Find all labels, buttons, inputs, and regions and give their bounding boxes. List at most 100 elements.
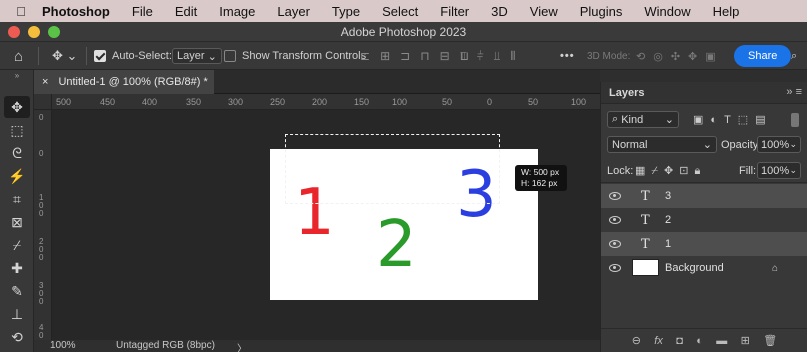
document-tab[interactable]: × Untitled-1 @ 100% (RGB/8#) * — [34, 70, 214, 94]
layer-filter-kind-dropdown[interactable]: ⌕ Kind ⌄ — [607, 111, 679, 128]
lock-pixels-icon[interactable]: ⌿ — [651, 165, 664, 177]
hruler-label: 50 — [442, 97, 453, 107]
status-menu-arrow-icon[interactable]: 〉 — [237, 340, 247, 352]
crop-tool-icon[interactable]: ⌗ — [4, 188, 30, 210]
layer-name[interactable]: 1 — [665, 238, 671, 250]
menu-file[interactable]: File — [121, 4, 164, 19]
layer-row[interactable]: T 2 — [601, 208, 807, 232]
menu-filter[interactable]: Filter — [429, 4, 480, 19]
layer-name[interactable]: 2 — [665, 214, 671, 226]
horizontal-ruler[interactable]: 500 450 400 350 300 250 200 150 100 50 0… — [52, 94, 600, 110]
menu-help[interactable]: Help — [702, 4, 751, 19]
close-tab-icon[interactable]: × — [42, 76, 48, 88]
distribute-left-icon[interactable]: ⫴ — [510, 49, 515, 64]
filter-adjustment-icon[interactable]: ◐ — [710, 114, 724, 126]
new-adjustment-layer-icon[interactable]: ◐ — [696, 335, 703, 347]
lock-artboard-icon[interactable]: ⊡ — [679, 165, 694, 177]
new-group-icon[interactable]: ▬ — [716, 335, 727, 347]
frame-tool-icon[interactable]: ⊠ — [4, 211, 30, 233]
vruler-label: 0 — [39, 149, 44, 158]
clone-stamp-tool-icon[interactable]: ⊥ — [4, 303, 30, 325]
roll-3d-icon[interactable]: ◎ — [653, 50, 663, 63]
marquee-tool-icon[interactable]: ⬚ — [4, 119, 30, 141]
vertical-ruler[interactable]: 0 0 1 0 0 2 0 0 3 0 0 4 0 — [34, 110, 52, 340]
align-vcenter-icon[interactable]: ⊟ — [440, 49, 450, 63]
show-transform-controls-checkbox[interactable]: Show Transform Controls — [224, 42, 366, 70]
add-mask-icon[interactable]: ◘ — [676, 335, 683, 347]
menu-layer[interactable]: Layer — [266, 4, 321, 19]
camera-3d-icon[interactable]: ▣ — [705, 50, 715, 63]
blend-mode-dropdown[interactable]: Normal ⌄ — [607, 136, 717, 153]
slide-3d-icon[interactable]: ✥ — [688, 50, 697, 63]
align-hcenter-icon[interactable]: ⊞ — [380, 49, 390, 63]
distribute-vcenter-icon[interactable]: ⫩ — [477, 49, 484, 64]
delete-layer-icon[interactable]: 🗑︎ — [763, 334, 777, 347]
chevron-down-icon: ⌄ — [702, 139, 712, 151]
lasso-tool-icon[interactable]: ᘓ — [4, 142, 30, 164]
auto-select-checkbox[interactable]: Auto-Select: — [94, 42, 172, 70]
layer-row[interactable]: T 3 — [601, 184, 807, 208]
visibility-eye-icon[interactable] — [609, 264, 621, 272]
opacity-field[interactable]: 100% ⌄ — [757, 136, 801, 153]
visibility-eye-icon[interactable] — [609, 216, 621, 224]
pan-3d-icon[interactable]: ✣ — [671, 50, 680, 63]
color-profile: Untagged RGB (8bpc) — [116, 340, 215, 351]
collapse-toolbar-icon[interactable]: » — [4, 70, 30, 80]
orbit-3d-icon[interactable]: ⟲ — [636, 50, 645, 63]
filter-type-icon[interactable]: T — [724, 114, 738, 126]
zoom-level[interactable]: 100% — [50, 340, 76, 351]
history-brush-tool-icon[interactable]: ⟲ — [4, 326, 30, 348]
layer-name[interactable]: Background — [665, 262, 724, 274]
filter-toggle-switch[interactable] — [791, 113, 799, 127]
visibility-eye-icon[interactable] — [609, 240, 621, 248]
menu-window[interactable]: Window — [633, 4, 701, 19]
fill-field[interactable]: 100% ⌄ — [757, 162, 801, 179]
healing-brush-tool-icon[interactable]: ✚ — [4, 257, 30, 279]
ruler-origin[interactable] — [34, 94, 52, 110]
lock-all-icon[interactable]: 🔒︎ — [694, 165, 706, 177]
lock-transparent-icon[interactable]: ▦ — [635, 165, 651, 177]
visibility-eye-icon[interactable] — [609, 192, 621, 200]
magic-wand-tool-icon[interactable]: ⚡ — [4, 165, 30, 187]
align-left-icon[interactable]: ⊏ — [360, 49, 370, 63]
menu-photoshop[interactable]: Photoshop — [36, 4, 121, 19]
move-tool-preset-icon[interactable]: ✥ ⌄ — [52, 42, 77, 70]
filter-smart-object-icon[interactable]: ▤ — [755, 114, 772, 126]
menu-edit[interactable]: Edit — [164, 4, 208, 19]
brush-tool-icon[interactable]: ✎ — [4, 280, 30, 302]
menu-plugins[interactable]: Plugins — [569, 4, 634, 19]
filter-pixel-icon[interactable]: ▣ — [693, 114, 710, 126]
menu-image[interactable]: Image — [208, 4, 266, 19]
menu-view[interactable]: View — [519, 4, 569, 19]
layer-style-fx-icon[interactable]: fx — [654, 335, 663, 347]
new-layer-icon[interactable]: ⊞ — [741, 334, 750, 347]
hruler-label: 150 — [354, 97, 370, 107]
share-button[interactable]: Share — [734, 45, 792, 67]
home-icon[interactable]: ⌂ — [14, 42, 23, 70]
more-options-button[interactable]: ••• — [560, 42, 575, 70]
distribute-top-icon[interactable]: ⫪ — [460, 49, 467, 64]
text-layer-2[interactable]: 2 — [376, 213, 417, 277]
lock-icon[interactable]: ⌂ — [772, 263, 778, 274]
panel-dock-strip — [600, 70, 807, 82]
menu-select[interactable]: Select — [371, 4, 429, 19]
menu-3d[interactable]: 3D — [480, 4, 519, 19]
hruler-label: 200 — [312, 97, 328, 107]
align-right-icon[interactable]: ⊐ — [400, 49, 410, 63]
layer-name[interactable]: 3 — [665, 190, 671, 202]
layer-row[interactable]: T 1 — [601, 232, 807, 256]
search-icon[interactable]: ⌕ — [791, 42, 797, 70]
panel-menu-icon[interactable]: » ≡ — [786, 86, 802, 98]
layer-row[interactable]: Background ⌂ — [601, 256, 807, 280]
align-top-icon[interactable]: ⊓ — [420, 49, 429, 63]
move-tool-icon[interactable]: ✥ — [4, 96, 30, 118]
filter-shape-icon[interactable]: ⬚ — [738, 114, 755, 126]
layers-panel-title[interactable]: Layers — [609, 87, 644, 99]
lock-position-icon[interactable]: ✥ — [664, 165, 679, 177]
distribute-bottom-icon[interactable]: ⫫ — [494, 49, 501, 64]
apple-menu-icon[interactable]:  — [6, 4, 36, 19]
menu-type[interactable]: Type — [321, 4, 371, 19]
link-layers-icon[interactable]: ⊖ — [632, 334, 641, 347]
eyedropper-tool-icon[interactable]: ⌿ — [4, 234, 30, 256]
auto-select-dropdown[interactable]: Layer ⌄ — [172, 48, 222, 64]
